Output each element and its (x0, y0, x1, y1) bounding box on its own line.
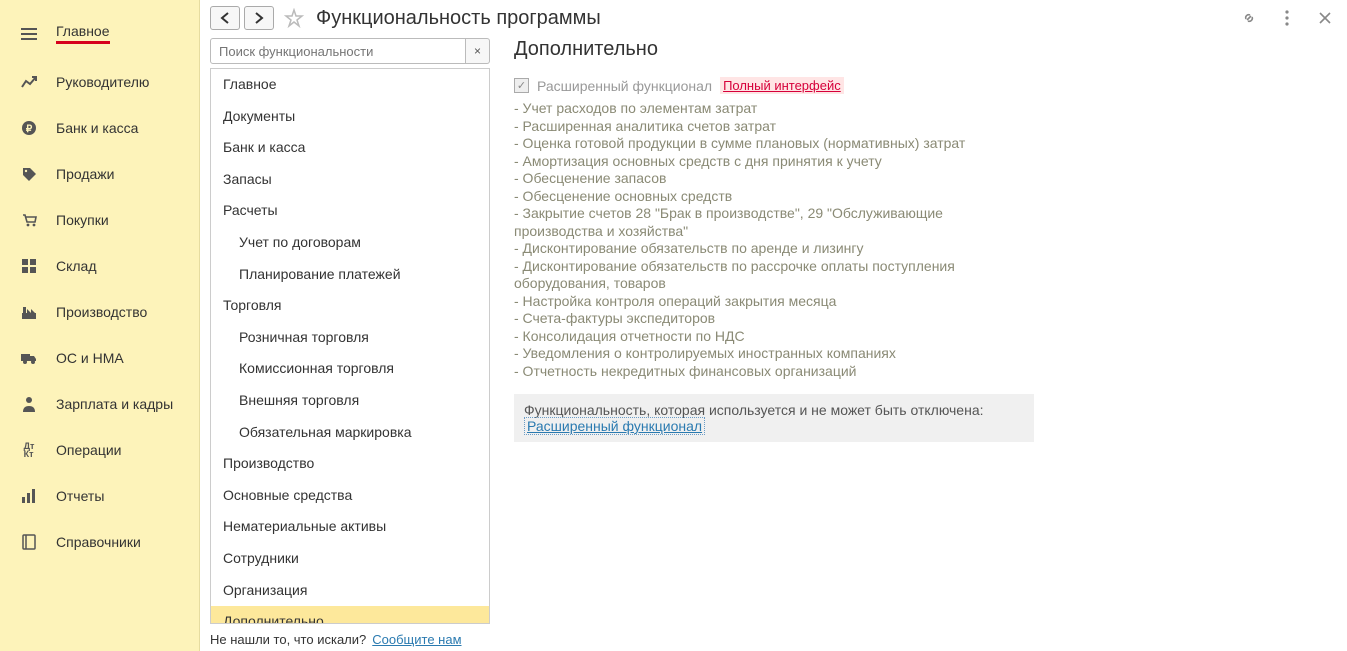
cart-icon (18, 212, 40, 228)
sidebar-label: Главное (56, 23, 110, 44)
description-item: - Дисконтирование обязательств по аренде… (514, 240, 1034, 258)
description-item: - Счета-фактуры экспедиторов (514, 310, 1034, 328)
tree-item[interactable]: Сотрудники (211, 543, 489, 575)
tree-item[interactable]: Производство (211, 448, 489, 480)
sidebar-item-production[interactable]: Производство (0, 289, 199, 335)
tree-item[interactable]: Запасы (211, 164, 489, 196)
sidebar-label: Покупки (56, 212, 109, 228)
menu-icon (18, 27, 40, 41)
description-item: - Настройка контроля операций закрытия м… (514, 293, 1034, 311)
sidebar-item-assets[interactable]: ОС и НМА (0, 335, 199, 381)
report-link[interactable]: Сообщите нам (372, 632, 461, 647)
description-item: - Уведомления о контролируемых иностранн… (514, 345, 1034, 363)
description-item: - Обесценение основных средств (514, 188, 1034, 206)
not-found-text: Не нашли то, что искали? (210, 632, 366, 647)
main-sidebar: Главное Руководителю ₽ Банк и касса Прод… (0, 0, 200, 651)
tree-item[interactable]: Расчеты (211, 195, 489, 227)
sidebar-label: Банк и касса (56, 120, 138, 136)
sidebar-label: ОС и НМА (56, 350, 124, 366)
forward-button[interactable] (244, 6, 274, 30)
sidebar-item-hr[interactable]: Зарплата и кадры (0, 381, 199, 427)
tree-item[interactable]: Документы (211, 101, 489, 133)
tree-item[interactable]: Комиссионная торговля (211, 353, 489, 385)
dtkt-icon: ДтКт (18, 442, 40, 458)
tree-item[interactable]: Главное (211, 69, 489, 101)
full-interface-link[interactable]: Полный интерфейс (720, 77, 844, 94)
factory-icon (18, 305, 40, 319)
sidebar-label: Руководителю (56, 74, 149, 90)
sidebar-item-main[interactable]: Главное (0, 8, 199, 59)
trend-icon (18, 75, 40, 89)
description-item: - Расширенная аналитика счетов затрат (514, 118, 1034, 136)
tree-item[interactable]: Банк и касса (211, 132, 489, 164)
detail-panel: Дополнительно ✓ Расширенный функционал П… (490, 38, 1337, 651)
sidebar-item-sales[interactable]: Продажи (0, 151, 199, 197)
locked-functionality-box: Функциональность, которая используется и… (514, 394, 1034, 442)
tree-item[interactable]: Внешняя торговля (211, 385, 489, 417)
sidebar-item-bank[interactable]: ₽ Банк и касса (0, 105, 199, 151)
description-item: - Амортизация основных средств с дня при… (514, 153, 1034, 171)
sidebar-item-operations[interactable]: ДтКт Операции (0, 427, 199, 473)
sidebar-label: Операции (56, 442, 122, 458)
svg-text:₽: ₽ (26, 124, 33, 135)
locked-link[interactable]: Расширенный функционал (524, 417, 705, 435)
description-item: - Оценка готовой продукции в сумме плано… (514, 135, 1034, 153)
tree-item[interactable]: Организация (211, 575, 489, 607)
book-icon (18, 534, 40, 550)
tree-item[interactable]: Основные средства (211, 480, 489, 512)
tree-item[interactable]: Планирование платежей (211, 259, 489, 291)
sidebar-item-reports[interactable]: Отчеты (0, 473, 199, 519)
topbar: Функциональность программы (210, 6, 1337, 30)
sidebar-label: Справочники (56, 534, 141, 550)
extended-functional-row: ✓ Расширенный функционал Полный интерфей… (514, 77, 1337, 94)
extended-functional-label: Расширенный функционал (537, 78, 712, 94)
back-button[interactable] (210, 6, 240, 30)
ruble-icon: ₽ (18, 120, 40, 136)
link-icon[interactable] (1237, 6, 1261, 30)
tree-item[interactable]: Торговля (211, 290, 489, 322)
close-icon[interactable] (1313, 6, 1337, 30)
person-icon (18, 396, 40, 412)
sidebar-label: Продажи (56, 166, 114, 182)
search-input[interactable] (210, 38, 466, 64)
tree-list: ГлавноеДокументыБанк и кассаЗапасыРасчет… (210, 68, 490, 624)
extended-functional-checkbox[interactable]: ✓ (514, 78, 529, 93)
sidebar-label: Производство (56, 304, 147, 320)
description-item: - Дисконтирование обязательств по рассро… (514, 258, 1034, 293)
truck-icon (18, 351, 40, 365)
sidebar-item-warehouse[interactable]: Склад (0, 243, 199, 289)
description-item: - Учет расходов по элементам затрат (514, 100, 1034, 118)
grid-icon (18, 259, 40, 273)
locked-note: Функциональность, которая используется и… (524, 402, 1024, 418)
more-icon[interactable] (1275, 6, 1299, 30)
tree-item[interactable]: Нематериальные активы (211, 511, 489, 543)
description-item: - Закрытие счетов 28 "Брак в производств… (514, 205, 1034, 240)
tree-item[interactable]: Розничная торговля (211, 322, 489, 354)
tree-item[interactable]: Учет по договорам (211, 227, 489, 259)
description-item: - Обесценение запасов (514, 170, 1034, 188)
sidebar-label: Зарплата и кадры (56, 396, 173, 412)
description-item: - Консолидация отчетности по НДС (514, 328, 1034, 346)
sidebar-item-manager[interactable]: Руководителю (0, 59, 199, 105)
description-list: - Учет расходов по элементам затрат- Рас… (514, 100, 1034, 380)
bars-icon (18, 489, 40, 503)
sidebar-label: Склад (56, 258, 97, 274)
not-found-row: Не нашли то, что искали? Сообщите нам (210, 624, 490, 651)
description-item: - Отчетность некредитных финансовых орга… (514, 363, 1034, 381)
main-content: Функциональность программы × ГлавноеДоку… (200, 0, 1347, 651)
sidebar-item-catalogs[interactable]: Справочники (0, 519, 199, 565)
page-title: Функциональность программы (316, 7, 601, 30)
search-clear-button[interactable]: × (466, 38, 490, 64)
sidebar-item-purchases[interactable]: Покупки (0, 197, 199, 243)
tree-item[interactable]: Обязательная маркировка (211, 417, 489, 449)
detail-title: Дополнительно (514, 38, 1337, 61)
functionality-tree-panel: × ГлавноеДокументыБанк и кассаЗапасыРасч… (210, 38, 490, 651)
tag-icon (18, 166, 40, 182)
favorite-star-icon[interactable] (282, 6, 306, 30)
sidebar-label: Отчеты (56, 488, 104, 504)
tree-item[interactable]: Дополнительно (211, 606, 489, 624)
